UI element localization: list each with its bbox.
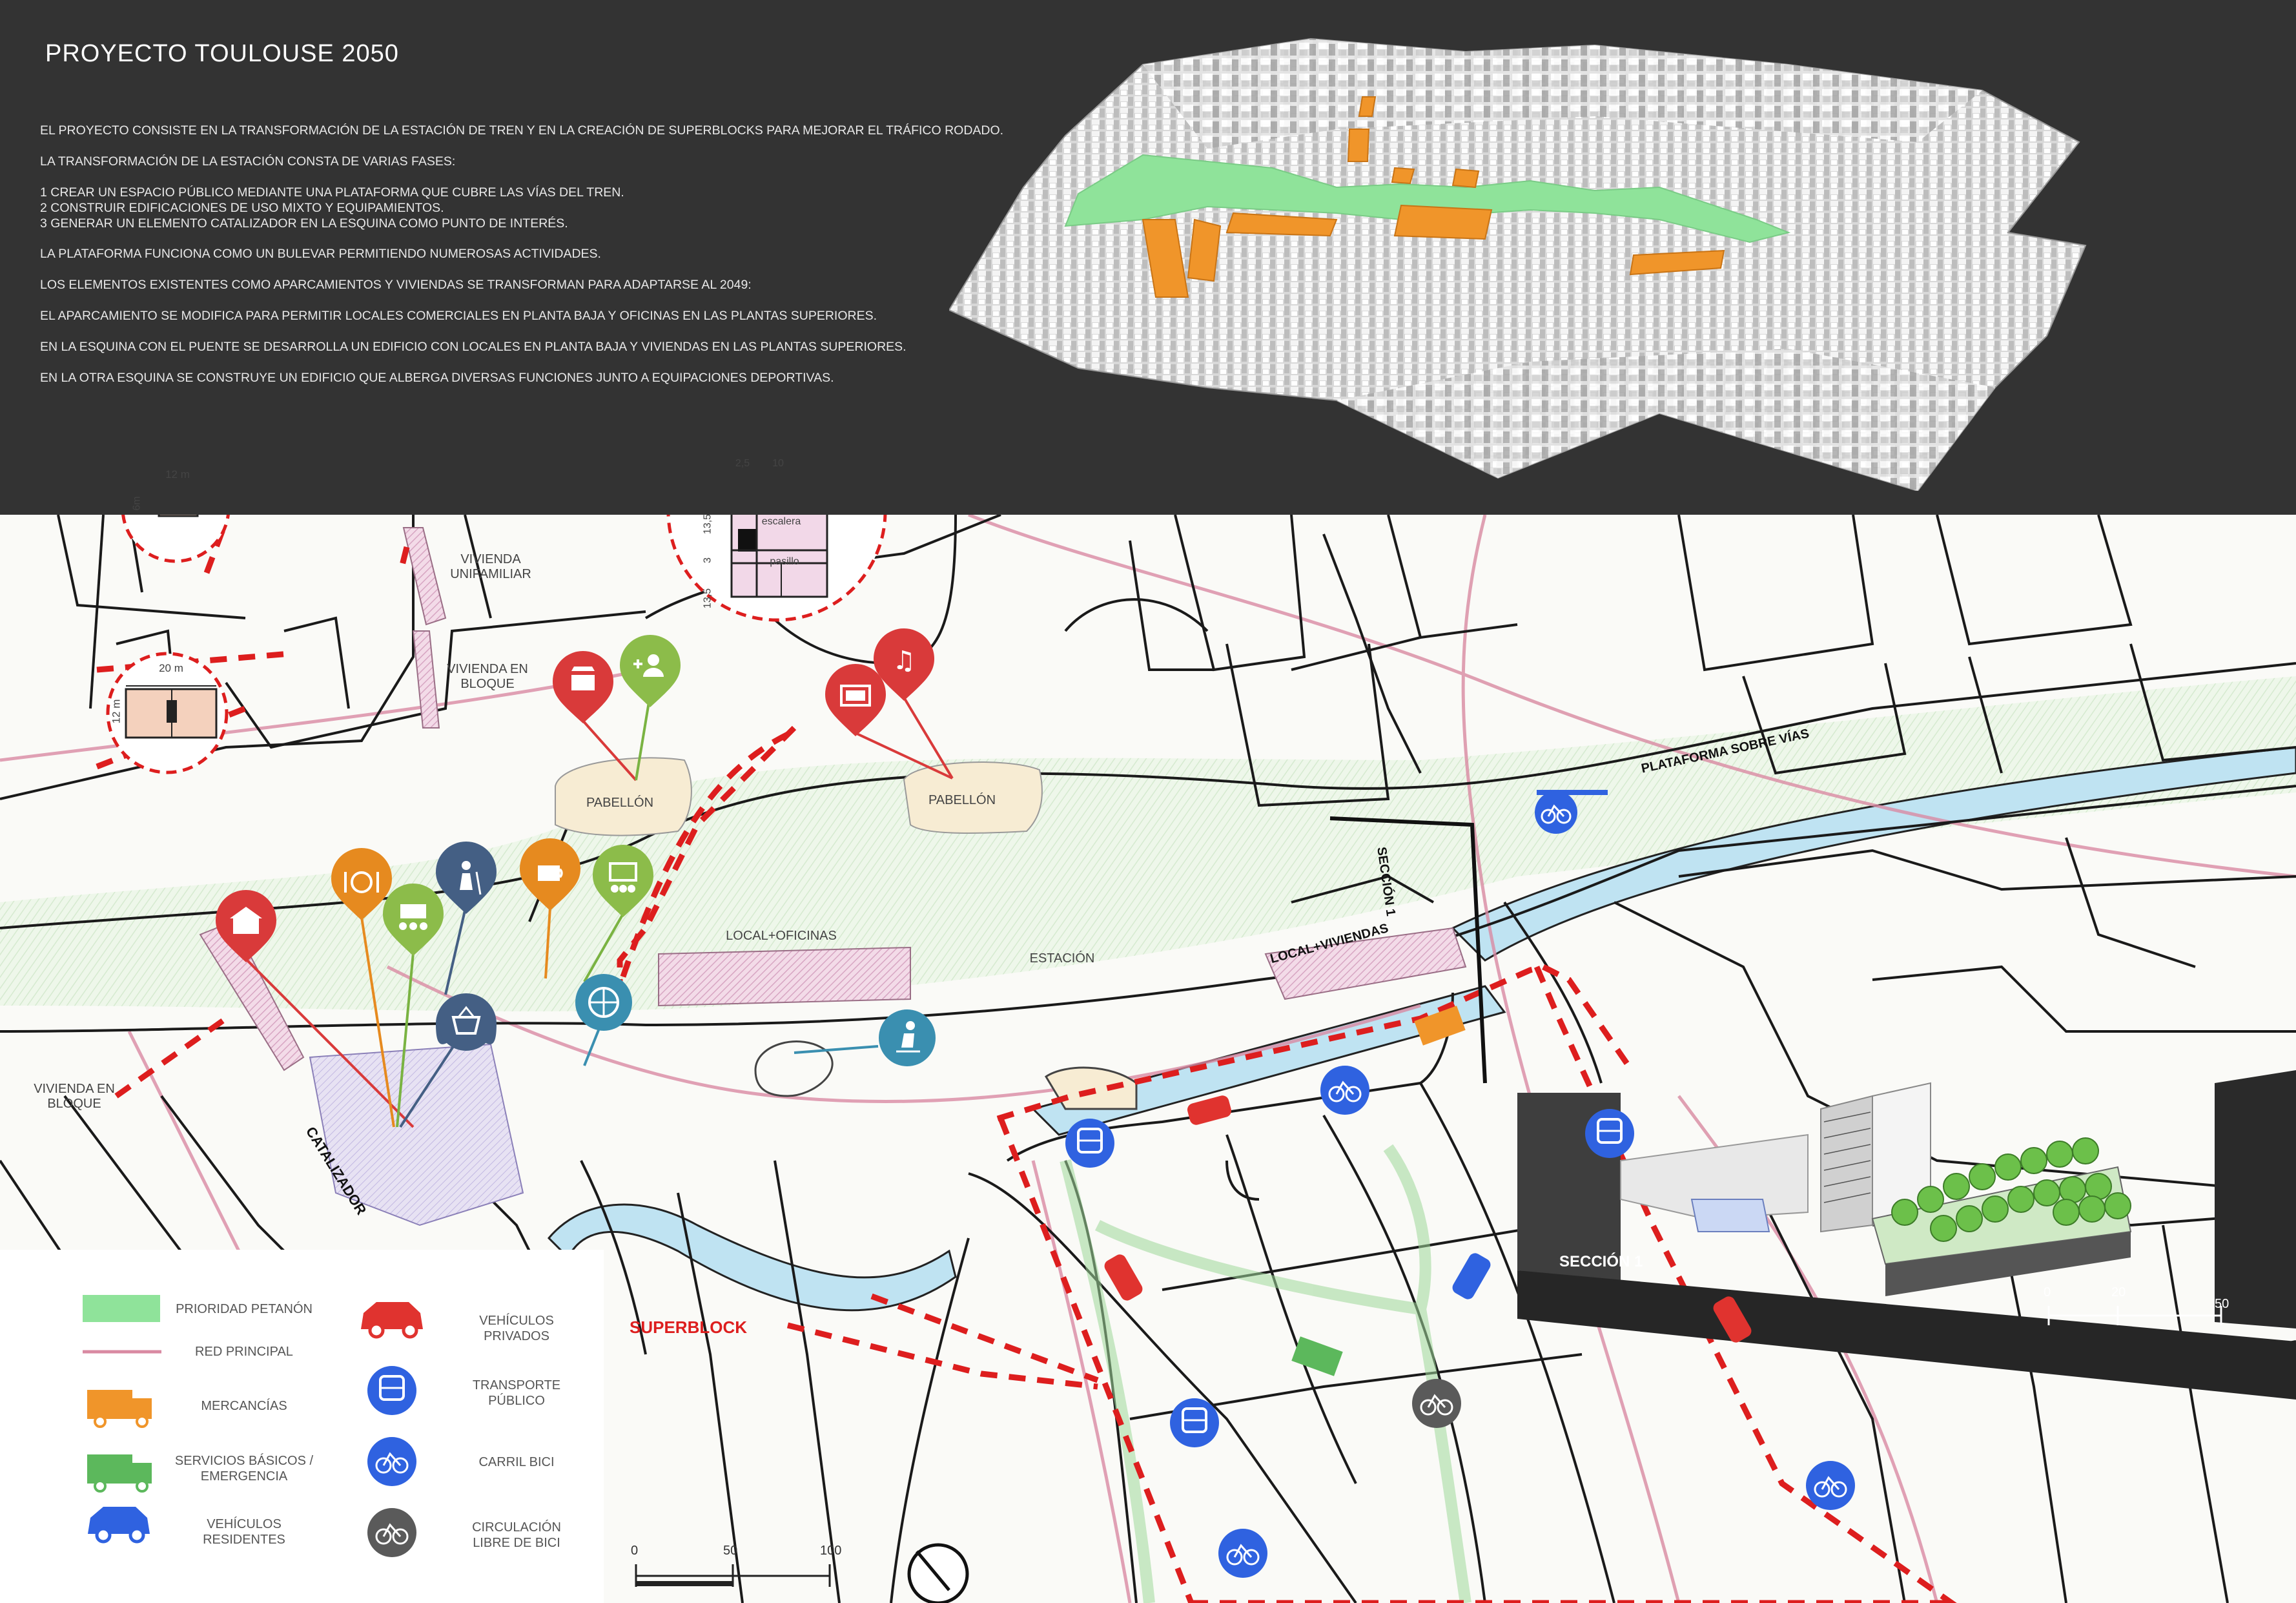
- restaurant-icon: [331, 848, 392, 920]
- gallery-icon: [593, 845, 653, 917]
- market-icon: [215, 889, 277, 962]
- bike-icon: [367, 1508, 416, 1557]
- shopping-basket-icon: [436, 993, 497, 1051]
- skater-icon: [879, 1009, 936, 1066]
- bike-icon: [1806, 1461, 1855, 1510]
- car-icon: [361, 1302, 423, 1339]
- legend-panel: PRIORIDAD PETANÓN RED PRINCIPAL MERCANCÍ…: [0, 1250, 604, 1603]
- bus-icon: [1585, 1109, 1634, 1158]
- meeting-icon: [383, 884, 444, 956]
- car-icon: [1713, 1296, 1752, 1343]
- add-user-icon: [620, 635, 681, 707]
- legend-label: CARRIL BICI: [478, 1455, 555, 1469]
- legend-label: MERCANCÍAS: [201, 1399, 287, 1413]
- tv-icon: [825, 664, 886, 736]
- hiker-icon: [436, 842, 497, 914]
- truck-icon: [1414, 1006, 1466, 1046]
- car-icon: [1187, 1095, 1232, 1125]
- basketball-icon: [575, 974, 632, 1031]
- bike-icon: [1320, 1066, 1369, 1115]
- bus-icon: [1065, 1119, 1114, 1168]
- legend-label: CIRCULACIÓN LIBRE DE BICI: [472, 1520, 561, 1550]
- truck-icon: [1291, 1336, 1343, 1376]
- cinema-icon: [553, 651, 613, 723]
- car-icon: [1452, 1253, 1491, 1299]
- legend-label: RED PRINCIPAL: [195, 1345, 293, 1359]
- bus-icon: [367, 1366, 416, 1415]
- car-icon: [1104, 1254, 1143, 1301]
- cafe-icon: [520, 838, 580, 911]
- bike-icon: [1535, 791, 1577, 834]
- legend-label: TRANSPORTE PÚBLICO: [472, 1378, 561, 1408]
- legend-label: PRIORIDAD PETANÓN: [176, 1302, 313, 1316]
- legend-label: VEHÍCULOS PRIVADOS: [479, 1314, 554, 1343]
- svg-text:♫: ♫: [892, 646, 916, 676]
- bike-icon: [1218, 1529, 1267, 1578]
- legend-label: SERVICIOS BÁSICOS / EMERGENCIA: [174, 1454, 314, 1484]
- bike-icon: [1412, 1379, 1461, 1428]
- legend-label: VEHÍCULOS RESIDENTES: [203, 1517, 285, 1547]
- pedestrian-swatch: [83, 1295, 160, 1322]
- bus-icon: [1170, 1398, 1219, 1447]
- truck-icon: [87, 1454, 152, 1493]
- truck-icon: [87, 1390, 152, 1428]
- bike-icon: [367, 1437, 416, 1486]
- car-icon: [88, 1507, 150, 1544]
